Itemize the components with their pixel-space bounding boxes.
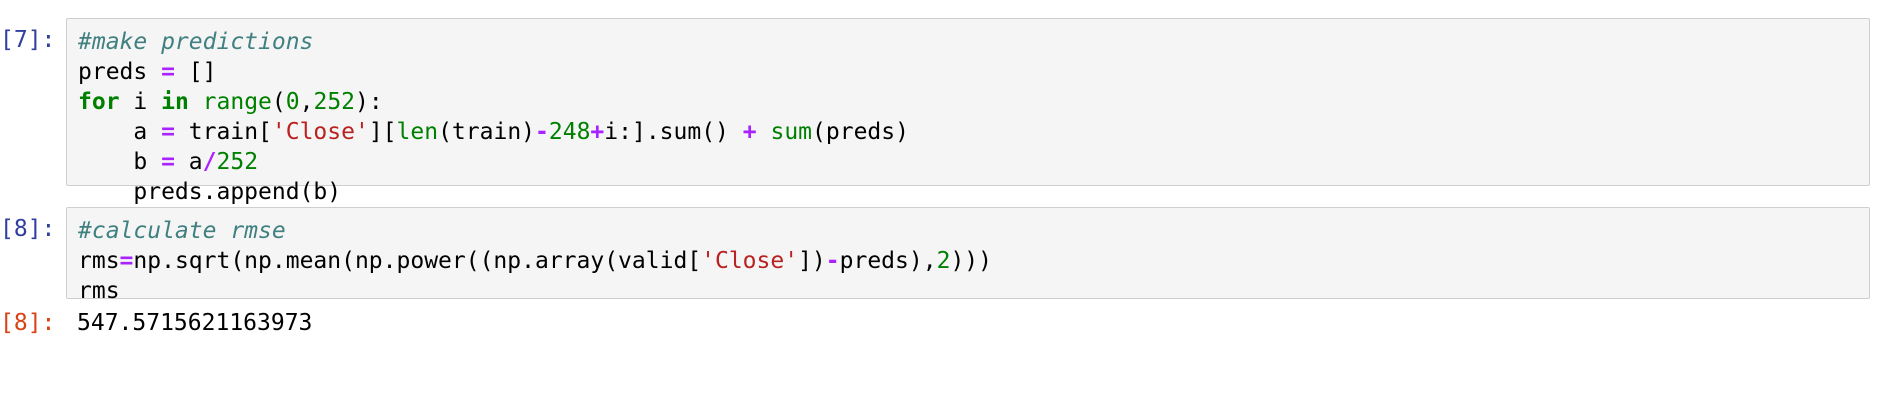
code-line: preds = [] [78, 57, 1869, 87]
code-token: + [742, 119, 757, 145]
code-content[interactable]: #calculate rmse rms=np.sqrt(np.mean(np.po… [67, 208, 1869, 306]
code-token: rms [78, 278, 120, 304]
code-token: ][ [368, 119, 397, 145]
code-token: np.sqrt(np.mean(np.power((np.array(valid… [133, 248, 702, 274]
code-token: ( [271, 89, 286, 115]
code-token: a [78, 119, 162, 145]
code-cell-8: [8]: #calculate rmse rms=np.sqrt(np.mean(… [0, 207, 1884, 304]
code-token: sum [770, 119, 813, 145]
code-token: 0 [285, 89, 300, 115]
code-line: rms=np.sqrt(np.mean(np.power((np.array(v… [78, 246, 1869, 276]
code-line: #calculate rmse [78, 216, 1869, 246]
code-token: preds), [839, 248, 937, 274]
code-token: ]) [798, 248, 826, 274]
code-token: #make predictions [78, 29, 314, 55]
code-token: (preds) [812, 119, 909, 145]
code-token: a [174, 149, 203, 175]
code-token: in [161, 89, 189, 115]
code-token: ): [355, 89, 383, 115]
code-token: 252 [313, 89, 356, 115]
code-token: 'Close' [271, 119, 369, 145]
code-line: preds.append(b) [78, 177, 1869, 207]
code-token: #calculate rmse [78, 218, 286, 244]
code-token: rms [78, 248, 120, 274]
code-token: + [590, 119, 605, 145]
code-token: train[ [174, 119, 272, 145]
code-token: 248 [548, 119, 591, 145]
code-token: i:].sum() [604, 119, 743, 145]
code-token: 2 [936, 248, 951, 274]
code-cell-7: [7]: #make predictions preds = [] for i in… [0, 18, 1884, 205]
code-line: for i in range(0,252): [78, 87, 1869, 117]
code-token: for [78, 89, 120, 115]
code-token: [] [174, 59, 217, 85]
code-content[interactable]: #make predictions preds = [] for i in rang… [67, 19, 1869, 207]
code-token: - [535, 119, 549, 145]
code-editor[interactable]: #calculate rmse rms=np.sqrt(np.mean(np.po… [66, 207, 1870, 304]
code-token: range [202, 89, 272, 115]
code-token: = [161, 59, 175, 85]
input-prompt: [8]: [0, 216, 56, 242]
code-token: 252 [216, 149, 259, 175]
code-token: / [202, 149, 217, 175]
output-cell-8: [8]: 547.5715621163973 [0, 308, 1884, 338]
input-prompt: [7]: [0, 27, 56, 53]
code-token: = [161, 119, 175, 145]
code-line: a = train['Close'][len(train)-248+i:].su… [78, 117, 1869, 147]
code-editor[interactable]: #make predictions preds = [] for i in rang… [66, 18, 1870, 205]
code-token: - [825, 248, 840, 274]
code-token: i [119, 89, 162, 115]
code-line: #make predictions [78, 27, 1869, 57]
code-token: = [119, 248, 134, 274]
code-token: = [161, 149, 175, 175]
code-token: preds [78, 59, 162, 85]
code-token: , [299, 89, 314, 115]
code-line: b = a/252 [78, 147, 1869, 177]
code-token: 'Close' [701, 248, 799, 274]
code-token: len [396, 119, 439, 145]
output-prompt: [8]: [0, 310, 56, 336]
code-token: ))) [950, 248, 992, 274]
code-token: b [78, 149, 162, 175]
code-line: rms [78, 276, 1869, 306]
output-value: 547.5715621163973 [77, 310, 313, 336]
code-token: (train) [438, 119, 536, 145]
code-token: preds.append(b) [78, 179, 342, 205]
